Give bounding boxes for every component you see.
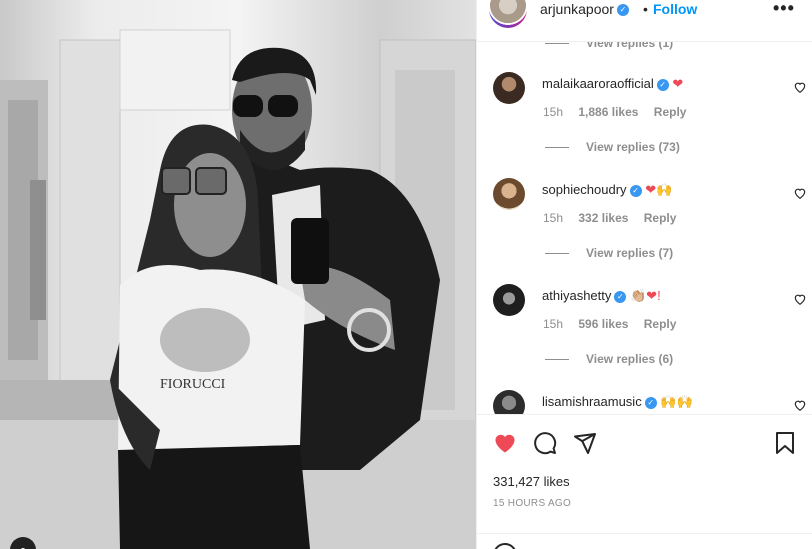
post-side-panel: arjunkapoor ✓ • Follow ••• View replies (…: [476, 0, 812, 549]
post-header: arjunkapoor ✓ • Follow •••: [477, 0, 812, 42]
replies-divider: [545, 42, 569, 44]
verified-icon: ✓: [614, 290, 627, 303]
reply-button[interactable]: Reply: [644, 317, 677, 331]
view-replies-label: View replies (7): [586, 246, 674, 260]
comment-emoji: ❤🙌: [645, 182, 673, 197]
view-replies-label: View replies (6): [586, 352, 674, 366]
comment-avatar[interactable]: [493, 72, 525, 104]
replies-divider: [545, 358, 569, 360]
view-replies-link[interactable]: View replies (73): [545, 140, 680, 154]
view-replies-label: View replies (1): [586, 42, 674, 50]
emoji-picker-icon[interactable]: [493, 543, 517, 549]
verified-icon: ✓: [644, 396, 657, 409]
bookmark-icon[interactable]: [773, 431, 797, 455]
replies-divider: [545, 252, 569, 254]
like-comment-icon[interactable]: [793, 186, 807, 200]
like-comment-icon[interactable]: [793, 80, 807, 94]
comment-time: 15h: [543, 211, 564, 225]
author-username[interactable]: arjunkapoor ✓: [540, 1, 629, 17]
comment-item: sophiechoudry ✓ ❤🙌 15h 332 likes Reply Vi…: [493, 178, 806, 268]
comment-avatar[interactable]: [493, 178, 525, 210]
heart-filled-icon[interactable]: [493, 431, 517, 455]
like-comment-icon[interactable]: [793, 398, 807, 412]
comment-username[interactable]: malaikaaroraofficial: [542, 76, 654, 91]
comment-username[interactable]: sophiechoudry: [542, 182, 627, 197]
like-comment-icon[interactable]: [793, 292, 807, 306]
verified-icon: ✓: [629, 184, 642, 197]
comment-text: lisamishraamusic ✓ 🙌🙌: [542, 394, 693, 410]
comment-emoji: ❤: [672, 76, 684, 91]
comment-username[interactable]: lisamishraamusic: [542, 394, 642, 409]
comment-item: athiyashetty ✓ 👏🏼❤! 15h 596 likes Reply V…: [493, 284, 806, 374]
post-timestamp: 15 HOURS AGO: [493, 498, 572, 509]
comment-likes[interactable]: 332 likes: [578, 211, 628, 225]
comment-time: 15h: [543, 317, 564, 331]
reply-button[interactable]: Reply: [644, 211, 677, 225]
comment-meta: 15h 596 likes Reply: [543, 317, 688, 331]
follow-button[interactable]: Follow: [653, 1, 697, 17]
likes-count[interactable]: 331,427 likes: [493, 474, 570, 489]
comment-icon[interactable]: [533, 431, 557, 455]
svg-text:FIORUCCI: FIORUCCI: [160, 377, 226, 392]
comment-username[interactable]: athiyashetty: [542, 288, 611, 303]
verified-icon: ✓: [656, 78, 669, 91]
share-icon[interactable]: [573, 431, 597, 455]
comment-meta: 15h 1,886 likes Reply: [543, 105, 698, 119]
comment-meta: 15h 332 likes Reply: [543, 211, 688, 225]
comment-text: malaikaaroraofficial ✓ ❤: [542, 76, 683, 92]
comment-item: malaikaaroraofficial ✓ ❤ 15h 1,886 likes …: [493, 72, 806, 162]
comment-text: sophiechoudry ✓ ❤🙌: [542, 182, 672, 198]
view-replies-link[interactable]: View replies (1): [545, 42, 673, 50]
reply-button[interactable]: Reply: [654, 105, 687, 119]
comment-avatar[interactable]: [493, 390, 525, 414]
author-avatar[interactable]: [489, 0, 527, 28]
comment-text: athiyashetty ✓ 👏🏼❤!: [542, 288, 661, 304]
verified-icon: ✓: [616, 4, 629, 17]
couple-mirror-selfie: FIORUCCI: [0, 0, 476, 549]
comment-item: lisamishraamusic ✓ 🙌🙌: [493, 390, 806, 414]
more-icon[interactable]: •••: [773, 0, 795, 19]
replies-divider: [545, 146, 569, 148]
view-replies-link[interactable]: View replies (7): [545, 246, 673, 260]
comment-likes[interactable]: 1,886 likes: [578, 105, 638, 119]
separator-dot: •: [643, 1, 648, 17]
comment-likes[interactable]: 596 likes: [578, 317, 628, 331]
comment-emoji: 👏🏼❤!: [630, 288, 661, 303]
comment-emoji: 🙌🙌: [660, 394, 693, 409]
add-comment-bar[interactable]: [477, 533, 812, 549]
view-replies-label: View replies (73): [586, 140, 680, 154]
post-actions: 331,427 likes 15 HOURS AGO: [477, 414, 812, 549]
view-replies-link[interactable]: View replies (6): [545, 352, 673, 366]
comment-time: 15h: [543, 105, 564, 119]
post-photo[interactable]: FIORUCCI ●: [0, 0, 476, 549]
comment-avatar[interactable]: [493, 284, 525, 316]
comments-list[interactable]: View replies (1) malaikaaroraofficial ✓ ❤…: [477, 42, 812, 414]
